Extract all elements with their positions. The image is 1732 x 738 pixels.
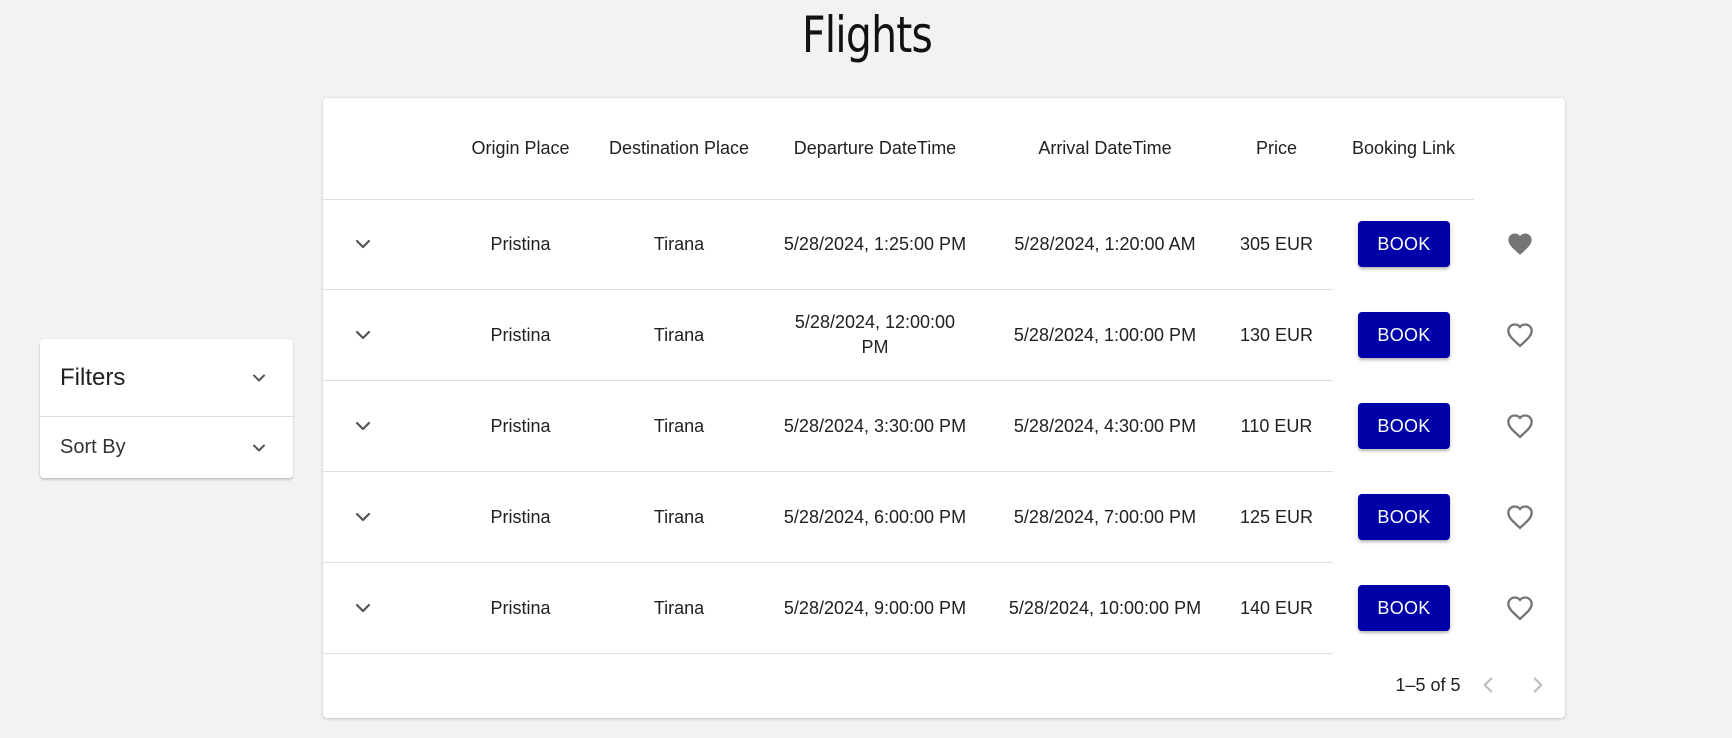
table-row: Pristina Tirana 5/28/2024, 9:00:00 PM 5/28/… — [323, 563, 1333, 654]
chevron-down-icon[interactable] — [351, 232, 375, 256]
header-price: Price — [1255, 138, 1297, 158]
cell-origin: Pristina — [490, 233, 551, 254]
cell-destination: Tirana — [653, 415, 705, 436]
sort-by-accordion[interactable]: Sort By — [40, 417, 293, 478]
cell-price: 125 EUR — [1239, 506, 1314, 527]
chevron-right-icon[interactable] — [1525, 672, 1551, 698]
cell-price: 305 EUR — [1239, 233, 1314, 254]
heart-outline-icon[interactable] — [1506, 503, 1534, 531]
header-arrival: Arrival DateTime — [1038, 138, 1172, 158]
cell-departure: 5/28/2024, 9:00:00 PM — [783, 597, 967, 618]
cell-arrival: 5/28/2024, 10:00:00 PM — [1008, 597, 1202, 618]
book-button[interactable]: BOOK — [1358, 494, 1450, 540]
header-booking: Booking Link — [1351, 138, 1456, 158]
header-origin: Origin Place — [471, 138, 570, 158]
cell-arrival: 5/28/2024, 1:00:00 PM — [1013, 324, 1197, 345]
table-row: Pristina Tirana 5/28/2024, 1:25:00 PM 5/28/… — [323, 199, 1333, 290]
pagination-range: 1–5 of 5 — [1395, 675, 1461, 695]
cell-departure: 5/28/2024, 3:30:00 PM — [783, 415, 967, 436]
header-departure: Departure DateTime — [793, 138, 957, 158]
table-row: Pristina Tirana 5/28/2024, 12:00:00 PM 5/28… — [323, 290, 1333, 381]
cell-origin: Pristina — [490, 506, 551, 527]
filters-accordion[interactable]: Filters — [40, 339, 293, 417]
table-row: Pristina Tirana 5/28/2024, 3:30:00 PM 5/28/… — [323, 381, 1333, 472]
cell-origin: Pristina — [490, 324, 551, 345]
cell-departure: 5/28/2024, 6:00:00 PM — [783, 506, 967, 527]
cell-origin: Pristina — [490, 415, 551, 436]
cell-arrival: 5/28/2024, 7:00:00 PM — [1013, 506, 1197, 527]
heart-outline-icon[interactable] — [1506, 412, 1534, 440]
chevron-down-icon — [253, 444, 265, 451]
filter-panel: Filters Sort By — [40, 339, 293, 478]
cell-price: 130 EUR — [1239, 324, 1314, 345]
cell-destination: Tirana — [653, 597, 705, 618]
cell-origin: Pristina — [490, 597, 551, 618]
book-button[interactable]: BOOK — [1358, 403, 1450, 449]
table-row: Pristina Tirana 5/28/2024, 6:00:00 PM 5/28/… — [323, 472, 1333, 563]
cell-price: 140 EUR — [1239, 597, 1314, 618]
chevron-down-icon[interactable] — [351, 505, 375, 529]
heart-outline-icon[interactable] — [1506, 594, 1534, 622]
cell-destination: Tirana — [653, 233, 705, 254]
chevron-down-icon[interactable] — [351, 596, 375, 620]
chevron-down-icon — [253, 374, 265, 381]
page-title: Flights — [801, 6, 933, 64]
table-header: Origin Place Destination Place Departure… — [323, 98, 1474, 200]
cell-arrival: 5/28/2024, 4:30:00 PM — [1013, 415, 1197, 436]
book-button[interactable]: BOOK — [1358, 221, 1450, 267]
book-button[interactable]: BOOK — [1358, 585, 1450, 631]
filters-label: Filters — [60, 363, 126, 391]
cell-departure: 5/28/2024, 1:25:00 PM — [783, 233, 967, 254]
book-button[interactable]: BOOK — [1358, 312, 1450, 358]
chevron-down-icon[interactable] — [351, 414, 375, 438]
cell-arrival: 5/28/2024, 1:20:00 AM — [1014, 233, 1196, 254]
cell-destination: Tirana — [653, 506, 705, 527]
chevron-down-icon[interactable] — [351, 323, 375, 347]
heart-filled-icon[interactable] — [1506, 230, 1534, 258]
cell-price: 110 EUR — [1240, 415, 1313, 436]
cell-destination: Tirana — [653, 324, 705, 345]
heart-outline-icon[interactable] — [1506, 321, 1534, 349]
header-destination: Destination Place — [608, 138, 750, 158]
flights-table: Origin Place Destination Place Departure… — [323, 98, 1565, 718]
sort-by-label: Sort By — [60, 436, 126, 458]
cell-departure: 5/28/2024, 12:00:00 PM — [794, 312, 956, 357]
chevron-left-icon[interactable] — [1475, 672, 1501, 698]
